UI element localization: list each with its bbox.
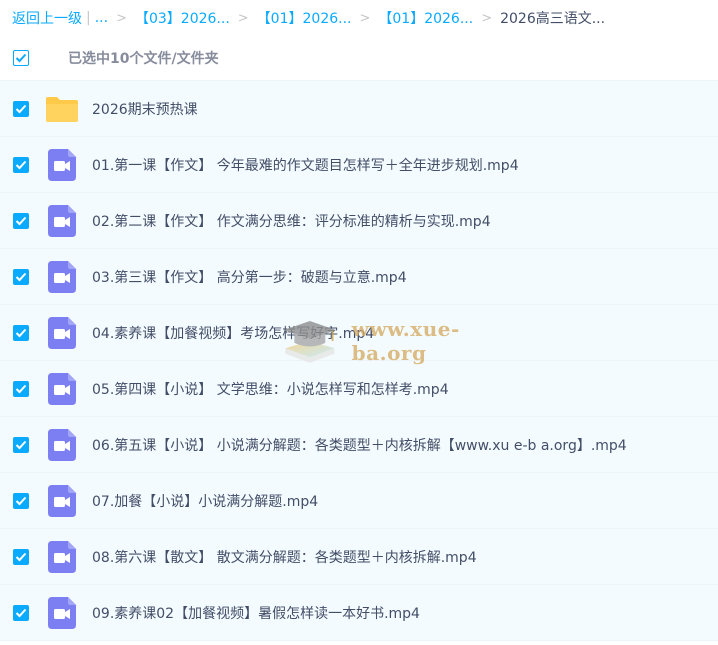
video-file-icon	[44, 259, 80, 295]
file-row[interactable]: 02.第二课【作文】 作文满分思维：评分标准的精析与实现.mp4	[0, 193, 718, 249]
file-checkbox[interactable]	[13, 380, 29, 397]
checkmark-icon	[15, 53, 27, 63]
file-name[interactable]: 08.第六课【散文】 散文满分解题：各类题型＋内核拆解.mp4	[92, 547, 477, 567]
chevron-right-icon: >	[237, 10, 249, 26]
chevron-right-icon: >	[116, 10, 127, 26]
checkmark-icon	[15, 160, 27, 169]
breadcrumb-current: 2026高三语文...	[500, 11, 606, 27]
video-file-icon	[44, 427, 80, 463]
breadcrumb-divider: |	[86, 10, 91, 26]
file-checkbox[interactable]	[13, 212, 29, 229]
file-row[interactable]: 06.第五课【小说】 小说满分解题：各类题型＋内核拆解【www.xu e-b a…	[0, 417, 718, 473]
back-link[interactable]: 返回上一级	[12, 8, 82, 28]
selection-count-label: 已选中10个文件/文件夹	[68, 51, 219, 67]
file-checkbox[interactable]	[13, 156, 29, 173]
breadcrumb-link[interactable]: 【03】2026...	[135, 8, 230, 28]
select-all-checkbox[interactable]	[13, 50, 29, 66]
video-file-icon	[44, 371, 80, 407]
file-checkbox[interactable]	[13, 604, 29, 621]
video-file-icon	[44, 539, 80, 575]
video-file-icon	[44, 483, 80, 519]
file-row[interactable]: 08.第六课【散文】 散文满分解题：各类题型＋内核拆解.mp4	[0, 529, 718, 585]
file-name[interactable]: 03.第三课【作文】 高分第一步：破题与立意.mp4	[92, 267, 407, 287]
video-file-icon	[44, 147, 80, 183]
file-row[interactable]: 07.加餐【小说】小说满分解题.mp4	[0, 473, 718, 529]
file-checkbox[interactable]	[13, 324, 29, 341]
checkmark-icon	[15, 608, 27, 617]
video-file-icon	[44, 595, 80, 631]
file-name[interactable]: 09.素养课02【加餐视频】暑假怎样读一本好书.mp4	[92, 603, 420, 623]
file-row[interactable]: 2026期末预热课	[0, 81, 718, 137]
file-row[interactable]: 03.第三课【作文】 高分第一步：破题与立意.mp4	[0, 249, 718, 305]
file-row[interactable]: 01.第一课【作文】 今年最难的作文题目怎样写＋全年进步规划.mp4	[0, 137, 718, 193]
file-checkbox[interactable]	[13, 100, 29, 117]
file-row[interactable]: 09.素养课02【加餐视频】暑假怎样读一本好书.mp4	[0, 585, 718, 641]
checkmark-icon	[15, 496, 27, 505]
checkmark-icon	[15, 440, 27, 449]
file-row[interactable]: 04.素养课【加餐视频】考场怎样写好字.mp4	[0, 305, 718, 361]
folder-icon	[44, 91, 80, 127]
checkmark-icon	[15, 104, 27, 113]
file-list: 2026期末预热课 01.第一课【作文】 今年最难的作文题目怎样写＋全年进步规划.…	[0, 81, 718, 641]
breadcrumb-ellipsis[interactable]: ...	[95, 10, 108, 26]
checkmark-icon	[15, 384, 27, 393]
checkmark-icon	[15, 216, 27, 225]
file-name[interactable]: 02.第二课【作文】 作文满分思维：评分标准的精析与实现.mp4	[92, 211, 491, 231]
file-name[interactable]: 2026期末预热课	[92, 99, 198, 119]
file-checkbox[interactable]	[13, 268, 29, 285]
file-name[interactable]: 05.第四课【小说】 文学思维：小说怎样写和怎样考.mp4	[92, 379, 449, 399]
file-checkbox[interactable]	[13, 436, 29, 453]
video-file-icon	[44, 315, 80, 351]
file-row[interactable]: 05.第四课【小说】 文学思维：小说怎样写和怎样考.mp4	[0, 361, 718, 417]
file-name[interactable]: 06.第五课【小说】 小说满分解题：各类题型＋内核拆解【www.xu e-b a…	[92, 435, 627, 455]
file-name[interactable]: 07.加餐【小说】小说满分解题.mp4	[92, 491, 318, 511]
breadcrumb-link[interactable]: 【01】2026...	[378, 8, 473, 28]
file-checkbox[interactable]	[13, 492, 29, 509]
breadcrumb-link[interactable]: 【01】2026...	[257, 8, 352, 28]
file-name[interactable]: 04.素养课【加餐视频】考场怎样写好字.mp4	[92, 323, 374, 343]
chevron-right-icon: >	[359, 10, 371, 26]
checkmark-icon	[15, 272, 27, 281]
checkmark-icon	[15, 328, 27, 337]
file-name[interactable]: 01.第一课【作文】 今年最难的作文题目怎样写＋全年进步规划.mp4	[92, 155, 519, 175]
chevron-right-icon: >	[481, 10, 493, 26]
breadcrumb: 返回上一级 | ... > 【03】2026... > 【01】2026... …	[0, 0, 718, 36]
video-file-icon	[44, 203, 80, 239]
select-all-bar: 已选中10个文件/文件夹	[0, 36, 718, 81]
file-checkbox[interactable]	[13, 548, 29, 565]
checkmark-icon	[15, 552, 27, 561]
